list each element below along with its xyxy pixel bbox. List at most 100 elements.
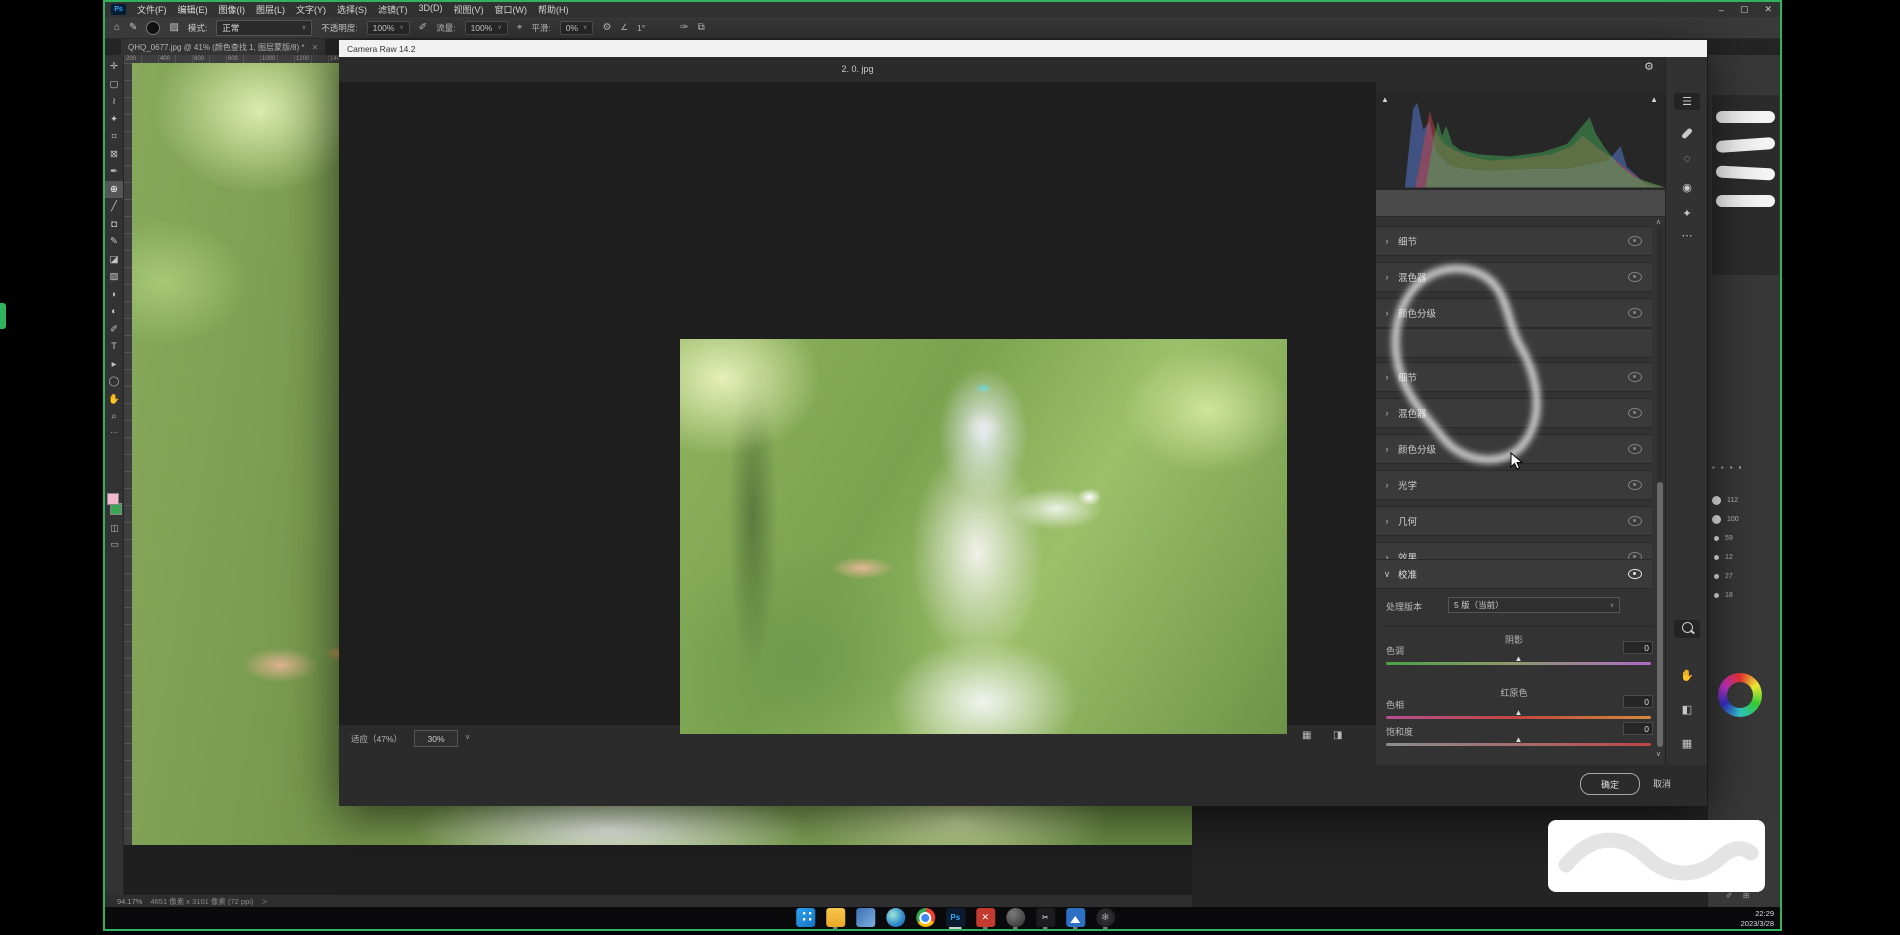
maximize-button[interactable]: ▢ [1740,4,1749,15]
sphere-app-icon[interactable] [1006,908,1025,927]
preview-photo[interactable] [680,339,1287,734]
eye-icon[interactable] [1628,516,1642,526]
tool-button[interactable]: ⊕ [105,181,123,199]
more-options-icon[interactable]: ⋯ [1666,229,1708,242]
panel-section[interactable]: › 颜色分级 [1376,434,1652,464]
brush-tool-icon[interactable]: ✎ [129,22,137,33]
saturation-slider-thumb[interactable]: ▲ [1515,735,1523,744]
hue-value[interactable]: 0 [1623,695,1653,708]
panel-section[interactable]: › 颜色分级 [1376,298,1652,328]
red-eye-tool-icon[interactable]: ◉ [1666,181,1708,194]
status-zoom-value[interactable]: 94.17% [117,897,142,906]
photoshop-taskbar-icon[interactable]: Ps [946,908,965,927]
tint-value[interactable]: 0 [1623,641,1653,654]
taskbar-clock[interactable]: 22:29 2023/3/28 [1741,909,1774,929]
tool-button[interactable]: ◯ [105,373,123,391]
snapshot-tool-icon[interactable]: ✦ [1666,207,1708,220]
process-version-select[interactable]: 5 版（当前） ∨ [1448,597,1620,613]
menu-item[interactable]: 图像(I) [219,3,246,16]
menu-item[interactable]: 窗口(W) [495,3,528,16]
healing-tool-icon[interactable] [1666,127,1708,139]
status-caret-icon[interactable]: ＞ [261,897,267,906]
tool-button[interactable]: ⌕ [105,408,123,426]
fit-zoom-label[interactable]: 适应（47%） [351,733,402,745]
color-swatches[interactable] [107,493,122,515]
panel-section[interactable]: › 几何 [1376,506,1652,536]
airbrush-icon[interactable]: ⌖ [517,22,523,33]
tool-button[interactable]: ◐ [105,303,123,321]
panel-scrollbar-thumb[interactable] [1657,482,1663,747]
chevron-right-icon[interactable]: › [1376,236,1398,246]
mode-select[interactable]: 正常 ∨ [216,20,312,36]
chevron-down-icon[interactable]: ∨ [1376,569,1398,580]
eye-icon[interactable] [1628,236,1642,246]
eye-icon[interactable] [1628,480,1642,490]
home-icon[interactable]: ⌂ [114,22,120,33]
brush-preset-row[interactable]: 12 [1712,548,1779,567]
before-after-icon[interactable]: ◨ [1333,730,1342,741]
tool-button[interactable]: ≀ [105,93,123,111]
file-explorer-icon[interactable] [826,908,845,927]
tool-button[interactable]: ⌗ [105,128,123,146]
masking-tool-icon[interactable]: ◌ [1666,153,1708,165]
chevron-right-icon[interactable]: › [1376,308,1398,318]
minimize-button[interactable]: – [1719,5,1724,15]
tool-button[interactable]: ⊠ [105,146,123,164]
menu-item[interactable]: 3D(D) [419,3,443,16]
brush-preset-row[interactable]: 59 [1712,529,1779,548]
quick-mask-button[interactable]: ◫ [105,523,124,534]
chevron-down-icon[interactable]: ∨ [465,733,470,741]
ok-button[interactable]: 确定 [1580,773,1640,795]
panel-section[interactable]: › 光学 [1376,470,1652,500]
cancel-button[interactable]: 取消 [1653,777,1671,790]
brush-preset-row[interactable]: 100 [1712,510,1779,529]
eye-icon[interactable] [1628,444,1642,454]
zoom-level-select[interactable]: 30% [414,730,458,747]
photos-app-icon[interactable] [856,908,875,927]
chevron-right-icon[interactable]: › [1376,480,1398,490]
eye-icon[interactable] [1628,569,1642,579]
brush-stroke-thumb[interactable] [1716,111,1775,123]
pen-pressure-icon[interactable]: ✑ [680,22,688,33]
opacity-select[interactable]: 100% ∨ [367,21,410,35]
panel-icon[interactable]: ▪ [1739,463,1742,472]
gear-icon[interactable]: ⚙ [602,22,611,33]
brush-preset-row[interactable]: 27 [1712,567,1779,586]
settings-gear-icon[interactable]: ⚙ [1644,60,1654,73]
panel-icon[interactable]: ✐ [1726,891,1733,900]
tool-button[interactable]: ╱ [105,198,123,216]
close-button[interactable]: ✕ [1764,4,1772,15]
screen-mode-button[interactable]: ▭ [105,539,124,550]
chrome-browser-icon[interactable] [916,908,935,927]
zoom-tool-icon[interactable] [1674,620,1700,638]
panel-icon[interactable]: ▪ [1721,463,1724,472]
scroll-up-icon[interactable]: ∧ [1656,218,1661,226]
menu-item[interactable]: 视图(V) [454,3,484,16]
hand-tool-icon[interactable]: ✋ [1666,669,1708,682]
angle-value[interactable]: 1° [637,23,645,33]
flow-select[interactable]: 100% ∨ [465,21,508,35]
chevron-right-icon[interactable]: › [1376,516,1398,526]
edit-tool-icon[interactable]: ☰ [1674,93,1700,110]
brush-preset-row[interactable]: 18 [1712,586,1779,605]
panel-toggle-icon[interactable]: ▨ [169,22,178,33]
menu-item[interactable]: 滤镜(T) [378,3,408,16]
panel-section[interactable]: › 混色器 [1376,398,1652,428]
eye-icon[interactable] [1628,372,1642,382]
smoothing-select[interactable]: 0% ∨ [560,21,594,35]
tool-button[interactable]: ✋ [105,391,123,409]
panel-section[interactable]: › 细节 [1376,362,1652,392]
tool-button[interactable]: ▨ [105,268,123,286]
panel-icon[interactable]: ▪ [1712,463,1715,472]
more-tools-icon[interactable]: ⋯ [105,428,123,437]
tool-button[interactable]: ✛ [105,58,123,76]
shadow-clipping-icon[interactable]: ▲ [1381,95,1389,104]
chevron-right-icon[interactable]: › [1376,444,1398,454]
tool-button[interactable]: ✎ [105,233,123,251]
red-app-icon[interactable]: ✕ [976,908,995,927]
panel-section-calibration[interactable]: ∨ 校准 [1376,559,1652,589]
chevron-right-icon[interactable]: › [1376,372,1398,382]
panel-section[interactable]: › 混色器 [1376,262,1652,292]
brush-preset-row[interactable]: 112 [1712,491,1779,510]
eye-icon[interactable] [1628,408,1642,418]
